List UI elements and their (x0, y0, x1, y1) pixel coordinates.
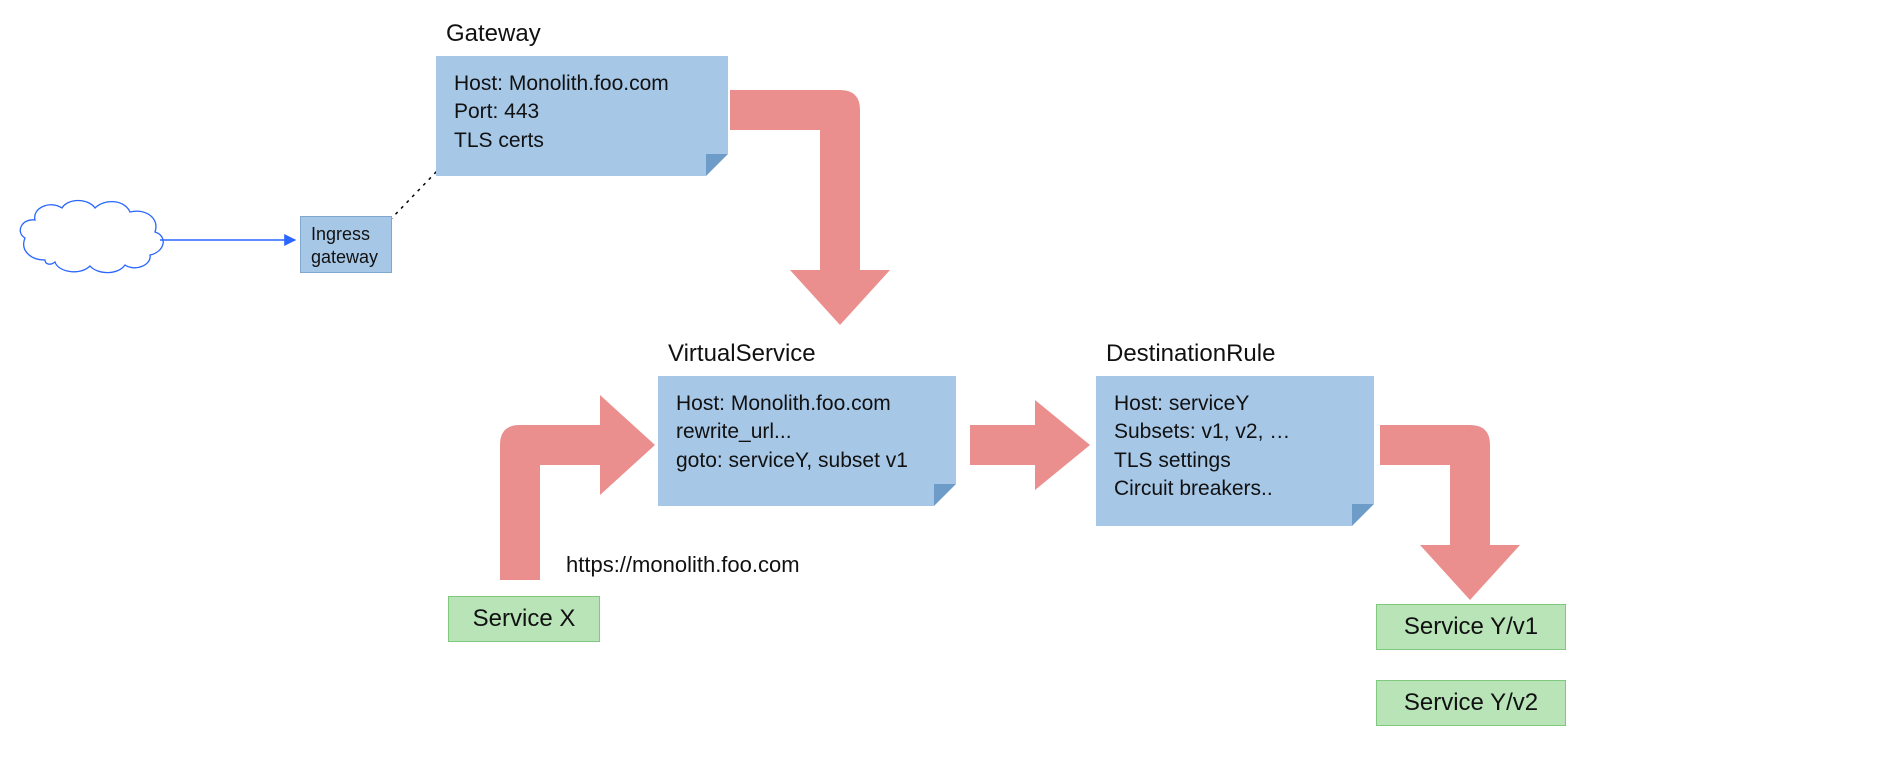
dr-circuit: Circuit breakers.. (1114, 475, 1356, 503)
dotted-ingress-to-gateway (390, 170, 438, 220)
ingress-line1: Ingress (311, 223, 381, 246)
service-x-label: Service X (473, 605, 576, 633)
gateway-port: Port: 443 (454, 98, 710, 126)
service-y-v2-box: Service Y/v2 (1376, 680, 1566, 726)
gateway-host: Host: Monolith.foo.com (454, 70, 710, 98)
vs-goto: goto: serviceY, subset v1 (676, 447, 938, 475)
ingress-gateway-box: Ingress gateway (300, 216, 392, 273)
vs-rewrite: rewrite_url... (676, 418, 938, 446)
dr-host: Host: serviceY (1114, 390, 1356, 418)
gateway-note: Host: Monolith.foo.com Port: 443 TLS cer… (436, 56, 728, 176)
arrow-destinationrule-to-servicey (1380, 425, 1520, 600)
destinationrule-title: DestinationRule (1106, 340, 1275, 368)
ingress-line2: gateway (311, 246, 381, 269)
service-y-v2-label: Service Y/v2 (1404, 689, 1538, 717)
service-y-v1-label: Service Y/v1 (1404, 613, 1538, 641)
dr-subsets: Subsets: v1, v2, … (1114, 418, 1356, 446)
arrow-virtualservice-to-destinationrule (970, 400, 1090, 490)
diagram-canvas: Gateway Host: Monolith.foo.com Port: 443… (0, 0, 1896, 763)
virtualservice-note: Host: Monolith.foo.com rewrite_url... go… (658, 376, 956, 506)
cloud-icon (20, 201, 163, 273)
arrow-gateway-to-virtualservice (730, 90, 890, 325)
gateway-title: Gateway (446, 20, 541, 48)
destinationrule-note: Host: serviceY Subsets: v1, v2, … TLS se… (1096, 376, 1374, 526)
service-y-v1-box: Service Y/v1 (1376, 604, 1566, 650)
service-x-box: Service X (448, 596, 600, 642)
dr-tls: TLS settings (1114, 447, 1356, 475)
servicex-url: https://monolith.foo.com (566, 552, 800, 578)
gateway-tls: TLS certs (454, 127, 710, 155)
vs-host: Host: Monolith.foo.com (676, 390, 938, 418)
virtualservice-title: VirtualService (668, 340, 816, 368)
